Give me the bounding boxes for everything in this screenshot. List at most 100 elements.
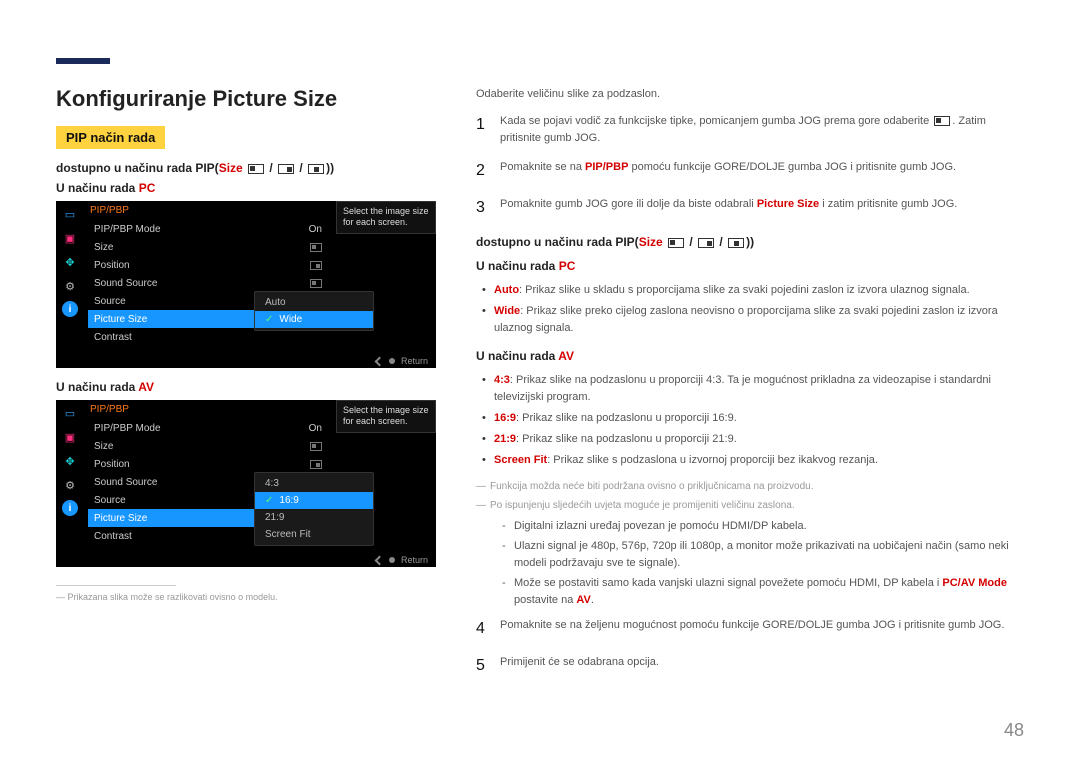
osd-panel-av: ▭ ▣ ✥ ⚙ i PIP/PBP PIP/PBP ModeOn Size Po… (56, 400, 436, 567)
layout-icon-1 (248, 164, 264, 174)
step-text: Pomaknite gumb JOG gore ili dolje da bis… (500, 198, 757, 210)
osd-menu: PIP/PBP PIP/PBP ModeOn Size Position Sou… (84, 400, 336, 553)
opt-label: Wide (279, 314, 302, 325)
step-body: Pomaknite se na PIP/PBP pomoću funkcije … (500, 159, 1024, 184)
item-bold: 21:9 (494, 433, 516, 445)
step-body: Pomaknite gumb JOG gore ili dolje da bis… (500, 196, 1024, 221)
item-red: AV (576, 594, 590, 606)
submenu-pc: Auto ✓Wide (254, 291, 374, 331)
row-sound: Sound Source (88, 274, 328, 292)
avail-size: Size (639, 235, 663, 249)
row-label: Position (94, 459, 130, 470)
item-bold: Screen Fit (494, 454, 547, 466)
list-item: Ulazni signal je 480p, 576p, 720p ili 10… (502, 538, 1024, 572)
step-text: pomoću funkcije GORE/DOLJE gumba JOG i p… (628, 161, 956, 173)
row-label: Size (94, 242, 113, 253)
note-2: Po ispunjenju sljedećih uvjeta moguće je… (476, 498, 1024, 514)
row-value: On (309, 224, 322, 235)
avail-prefix: dostupno u načinu rada PIP( (476, 235, 639, 249)
sec-prefix: U načinu rada (476, 349, 558, 363)
conditions-list: Digitalni izlazni uređaj povezan je pomo… (476, 518, 1024, 609)
step-1: 1 Kada se pojavi vodič za funkcijske tip… (476, 113, 1024, 147)
list-item: 4:3: Prikaz slike na podzaslonu u propor… (480, 372, 1024, 406)
monitor-icon: ▭ (61, 404, 79, 422)
mode-av-prefix: U načinu rada (56, 380, 138, 394)
row-size: Size (88, 238, 328, 256)
size-value-icon (310, 442, 322, 451)
step-red: PIP/PBP (585, 161, 628, 173)
pos-value-icon (310, 460, 322, 469)
page-title: Konfiguriranje Picture Size (56, 86, 436, 112)
list-item: Auto: Prikaz slike u skladu s proporcija… (480, 282, 1024, 299)
model-footnote: ― Prikazana slika može se razlikovati ov… (56, 592, 436, 602)
list-item: Može se postaviti samo kada vanjski ulaz… (502, 575, 1024, 609)
row-pip-mode: PIP/PBP Mode On (88, 419, 328, 437)
item-text: postavite na (514, 594, 576, 606)
osd-panel-pc: ▭ ▣ ✥ ⚙ i PIP/PBP PIP/PBP Mode On Size Po… (56, 201, 436, 368)
mode-pc-prefix: U načinu rada (56, 181, 139, 195)
row-label: PIP/PBP Mode (94, 423, 161, 434)
row-label: PIP/PBP Mode (94, 224, 161, 235)
row-label: Source (94, 296, 126, 307)
row-label: Sound Source (94, 278, 157, 289)
check-icon: ✓ (265, 314, 273, 325)
pip-mode-badge: PIP način rada (56, 126, 165, 149)
opt-219: 21:9 (255, 509, 373, 526)
opt-screenfit: Screen Fit (255, 526, 373, 543)
move-icon: ✥ (61, 253, 79, 271)
layout-icon-2 (698, 238, 714, 248)
av-options-list: 4:3: Prikaz slike na podzaslonu u propor… (476, 372, 1024, 469)
step-number: 2 (476, 159, 490, 184)
back-arrow-icon (375, 356, 385, 366)
layout-icon-3 (728, 238, 744, 248)
mode-av-red: AV (138, 380, 154, 394)
info-icon: i (62, 301, 78, 317)
settings-icon: ⚙ (61, 476, 79, 494)
row-label: Picture Size (94, 314, 147, 325)
avail-size: Size (219, 161, 243, 175)
section-av-heading: U načinu rada AV (476, 347, 1024, 366)
row-size: Size (88, 437, 328, 455)
osd-footer: Return (56, 354, 436, 368)
avail-suffix: )) (746, 235, 754, 249)
osd-hint: Select the image size for each screen. (336, 201, 436, 234)
item-text: : Prikaz slike u skladu s proporcijama s… (519, 284, 970, 296)
pbp-icon: ▣ (61, 229, 79, 247)
size-value-icon (310, 243, 322, 252)
check-icon: ✓ (265, 495, 273, 506)
step-number: 5 (476, 654, 490, 679)
sound-value-icon (310, 279, 322, 288)
dot-icon (389, 358, 395, 364)
osd-icon-strip: ▭ ▣ ✥ ⚙ i (56, 201, 84, 317)
item-text: : Prikaz slike na podzaslonu u proporcij… (516, 412, 737, 424)
item-text: : Prikaz slike na podzaslonu u proporcij… (516, 433, 737, 445)
list-item: Wide: Prikaz slike preko cijelog zaslona… (480, 303, 1024, 337)
row-label: Contrast (94, 531, 132, 542)
dot-icon (389, 557, 395, 563)
osd-menu-title: PIP/PBP (88, 205, 328, 216)
left-column: Konfiguriranje Picture Size PIP način ra… (56, 86, 436, 691)
layout-icon-1 (668, 238, 684, 248)
lead-text: Odaberite veličinu slike za podzaslon. (476, 86, 1024, 103)
pc-options-list: Auto: Prikaz slike u skladu s proporcija… (476, 282, 1024, 337)
mode-pc-red: PC (139, 181, 156, 195)
row-position: Position (88, 256, 328, 274)
sec-red: PC (559, 259, 576, 273)
menu-icon (934, 116, 950, 126)
submenu-av: 4:3 ✓16:9 21:9 Screen Fit (254, 472, 374, 546)
item-text: . (591, 594, 594, 606)
step-number: 1 (476, 113, 490, 147)
pbp-icon: ▣ (61, 428, 79, 446)
step-5: 5 Primijenit će se odabrana opcija. (476, 654, 1024, 679)
note-1: Funkcija možda neće biti podržana ovisno… (476, 479, 1024, 495)
page-number: 48 (1004, 720, 1024, 741)
step-number: 4 (476, 617, 490, 642)
opt-label: 4:3 (265, 478, 279, 489)
opt-wide: ✓ Wide (255, 311, 373, 328)
row-value: On (309, 423, 322, 434)
row-label: Size (94, 441, 113, 452)
right-column: Odaberite veličinu slike za podzaslon. 1… (476, 86, 1024, 691)
availability-line-left: dostupno u načinu rada PIP(Size / / )) (56, 161, 436, 175)
settings-icon: ⚙ (61, 277, 79, 295)
step-text: Pomaknite se na (500, 161, 585, 173)
